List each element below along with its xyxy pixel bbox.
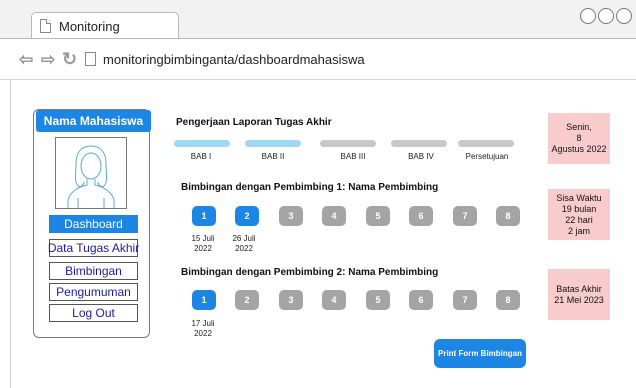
- print-form-button[interactable]: Print Form Bimbingan: [434, 339, 526, 368]
- supervisor-1-title: Bimbingan dengan Pembimbing 1: Nama Pemb…: [181, 182, 439, 193]
- supervisor-2-title: Bimbingan dengan Pembimbing 2: Nama Pemb…: [181, 267, 439, 278]
- maximize-icon[interactable]: [598, 8, 614, 24]
- progress-label-bab-1: BAB I: [190, 152, 212, 161]
- avatar: [55, 137, 127, 209]
- back-arrow-icon[interactable]: ⇦: [19, 51, 33, 68]
- student-name-header: Nama Mahasiswa: [36, 110, 151, 132]
- progress-title: Pengerjaan Laporan Tugas Akhir: [176, 117, 332, 128]
- sidebar-item-data-tugas-akhir[interactable]: Data Tugas Akhir: [48, 239, 139, 257]
- viewport-edge: [10, 80, 11, 388]
- tab-title: Monitoring: [59, 18, 120, 34]
- supervisor-1-step-3[interactable]: 3: [279, 206, 303, 226]
- remaining-time-box: Sisa Waktu 19 bulan 22 hari 2 jam: [548, 189, 610, 240]
- minimize-icon[interactable]: [580, 8, 596, 24]
- supervisor-1-date-2: 26 Juli 2022: [224, 234, 264, 254]
- progress-bar-bab-1: [174, 140, 230, 147]
- session-date: 26 Juli: [232, 234, 256, 243]
- supervisor-1-step-1[interactable]: 1: [192, 206, 216, 226]
- supervisor-1-step-6[interactable]: 6: [409, 206, 433, 226]
- progress-label-bab-4: BAB IV: [408, 152, 434, 161]
- supervisor-2-date-1: 17 Juli 2022: [183, 319, 223, 339]
- sidebar-item-bimbingan[interactable]: Bimbingan: [49, 262, 138, 280]
- supervisor-1-date-1: 15 Juli 2022: [183, 234, 223, 254]
- browser-titlebar: Monitoring: [0, 0, 636, 39]
- supervisor-2-step-6[interactable]: 6: [409, 290, 433, 310]
- sidebar: Nama Mahasiswa Dashboard Data Tugas Akhi…: [33, 109, 151, 338]
- progress-label-bab-2: BAB II: [261, 152, 285, 161]
- supervisor-2-step-1[interactable]: 1: [192, 290, 216, 310]
- supervisor-1-step-8[interactable]: 8: [496, 206, 520, 226]
- supervisor-1-step-2[interactable]: 2: [235, 206, 259, 226]
- supervisor-2-step-4[interactable]: 4: [322, 290, 346, 310]
- session-date: 15 Juli: [191, 234, 215, 243]
- session-year: 2022: [194, 329, 212, 338]
- close-icon[interactable]: [616, 8, 632, 24]
- window-controls: [580, 8, 632, 24]
- browser-tab[interactable]: Monitoring: [31, 12, 179, 39]
- supervisor-2-step-3[interactable]: 3: [279, 290, 303, 310]
- address-bar[interactable]: monitoringbimbinganta/dashboardmahasiswa: [103, 52, 365, 67]
- progress-bar-persetujuan: [458, 140, 514, 147]
- sidebar-item-pengumuman[interactable]: Pengumuman: [49, 283, 138, 301]
- progress-bar-bab-2: [245, 140, 301, 147]
- reload-icon[interactable]: ↻: [62, 50, 77, 68]
- current-date-box: Senin, 8 Agustus 2022: [548, 113, 610, 164]
- session-year: 2022: [235, 244, 253, 253]
- deadline-box: Batas Akhir 21 Mei 2023: [548, 269, 610, 320]
- supervisor-2-step-8[interactable]: 8: [496, 290, 520, 310]
- person-icon: [67, 145, 115, 208]
- sidebar-item-dashboard[interactable]: Dashboard: [49, 215, 138, 233]
- document-icon: [40, 19, 51, 33]
- progress-bar-bab-3: [320, 140, 376, 147]
- forward-arrow-icon[interactable]: ⇨: [41, 51, 55, 68]
- sidebar-item-log-out[interactable]: Log Out: [49, 304, 138, 322]
- session-year: 2022: [194, 244, 212, 253]
- supervisor-2-step-5[interactable]: 5: [366, 290, 390, 310]
- browser-navbar: ⇦ ⇨ ↻ monitoringbimbinganta/dashboardmah…: [0, 38, 636, 80]
- page-icon: [85, 52, 96, 66]
- supervisor-1-step-7[interactable]: 7: [453, 206, 477, 226]
- supervisor-2-step-2[interactable]: 2: [235, 290, 259, 310]
- supervisor-1-step-4[interactable]: 4: [322, 206, 346, 226]
- supervisor-1-step-5[interactable]: 5: [366, 206, 390, 226]
- progress-label-persetujuan: Persetujuan: [465, 152, 509, 161]
- progress-bar-bab-4: [391, 140, 447, 147]
- supervisor-2-step-7[interactable]: 7: [453, 290, 477, 310]
- progress-label-bab-3: BAB III: [340, 152, 366, 161]
- session-date: 17 Juli: [191, 319, 215, 328]
